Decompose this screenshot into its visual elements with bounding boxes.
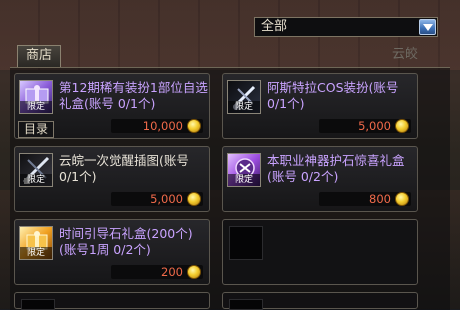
limited-badge: 限定	[20, 247, 52, 259]
shop-item-card[interactable]: 限定 时间引导石礼盒(200个)(账号1周 0/2个) 200	[14, 219, 210, 285]
chevron-down-icon[interactable]	[419, 19, 436, 35]
price-bar: 5,000	[319, 119, 411, 133]
price-bar: 10,000	[111, 119, 203, 133]
gold-coin-icon	[395, 119, 409, 133]
price-bar: 800	[319, 192, 411, 206]
price-bar: 200	[111, 265, 203, 279]
price-bar: 5,000	[111, 192, 203, 206]
awakening-illustration-icon: 限定	[19, 153, 53, 187]
gold-coin-icon	[187, 119, 201, 133]
empty-item-slot	[222, 219, 418, 285]
empty-slot-icon	[229, 299, 263, 310]
limited-badge: 限定	[20, 174, 52, 186]
empty-slot-icon	[229, 226, 263, 260]
time-guide-stone-box-icon: 限定	[19, 226, 53, 260]
shop-item-card[interactable]: 限定 云皖一次觉醒插图(账号 0/1个) 5,000	[14, 146, 210, 212]
gold-coin-icon	[187, 192, 201, 206]
gold-coin-icon	[395, 192, 409, 206]
shop-item-card[interactable]: 限定 阿斯特拉COS装扮(账号 0/1个) 5,000	[222, 73, 418, 139]
limited-badge: 限定	[20, 101, 52, 113]
shop-item-card[interactable]: 限定 本职业神器护石惊喜礼盒(账号 0/2个) 800	[222, 146, 418, 212]
category-dropdown-value: 全部	[261, 19, 288, 34]
empty-item-slot	[222, 292, 418, 310]
item-price: 5,000	[150, 192, 183, 206]
item-title: 时间引导石礼盒(200个)(账号1周 0/2个)	[59, 226, 193, 257]
item-price: 800	[369, 192, 391, 206]
item-price: 10,000	[142, 119, 183, 133]
astra-costume-icon: 限定	[227, 80, 261, 114]
side-label: 云皎	[392, 47, 419, 62]
tab-shop[interactable]: 商店	[17, 45, 61, 67]
item-title: 云皖一次觉醒插图(账号 0/1个)	[59, 153, 189, 184]
item-price: 200	[161, 265, 183, 279]
item-title: 第12期稀有装扮1部位自选礼盒(账号 0/1个)	[59, 80, 208, 111]
item-price: 5,000	[358, 119, 391, 133]
limited-badge: 限定	[228, 174, 260, 186]
gold-coin-icon	[187, 265, 201, 279]
catalog-button[interactable]: 目录	[18, 121, 54, 138]
costume-box-icon: 限定	[19, 80, 53, 114]
item-title: 本职业神器护石惊喜礼盒(账号 0/2个)	[267, 153, 405, 184]
limited-badge: 限定	[228, 101, 260, 113]
category-dropdown[interactable]: 全部	[254, 17, 438, 37]
item-title: 阿斯特拉COS装扮(账号 0/1个)	[267, 80, 399, 111]
artifact-stone-box-icon: 限定	[227, 153, 261, 187]
empty-slot-icon	[21, 299, 55, 310]
empty-item-slot	[14, 292, 210, 310]
